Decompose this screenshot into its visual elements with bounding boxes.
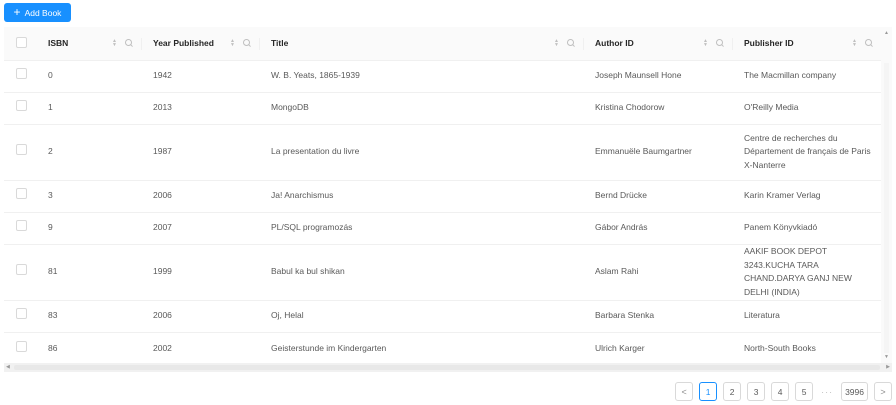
table-row[interactable]: 0 1942 W. B. Yeats, 1865-1939 Joseph Mau… <box>4 60 881 93</box>
cell-author: Aslam Rahi <box>583 244 732 301</box>
cell-author: Bernd Drücke <box>583 180 732 213</box>
row-checkbox[interactable] <box>16 220 27 232</box>
pagination-ellipsis[interactable]: ··· <box>819 387 835 397</box>
cell-year: 1987 <box>141 124 259 181</box>
cell-publisher: The Macmillan company <box>732 60 881 93</box>
search-icon[interactable] <box>865 39 873 47</box>
add-book-button[interactable]: + Add Book <box>4 3 71 22</box>
cell-isbn: 1 <box>36 92 141 125</box>
cell-isbn: 3 <box>36 180 141 213</box>
vertical-scrollbar[interactable]: ▲ ▼ <box>881 27 892 363</box>
prev-page-button[interactable]: < <box>675 382 694 401</box>
scroll-down-icon[interactable]: ▼ <box>884 354 889 360</box>
table-row[interactable]: 86 2002 Geisterstunde im Kindergarten Ul… <box>4 332 881 366</box>
column-header-year[interactable]: Year Published <box>153 38 214 48</box>
cell-publisher: Literatura <box>732 300 881 333</box>
page-button-2[interactable]: 2 <box>723 382 742 401</box>
cell-title: W. B. Yeats, 1865-1939 <box>259 60 583 93</box>
search-icon[interactable] <box>125 39 133 47</box>
cell-year: 1999 <box>141 244 259 301</box>
cell-isbn: 81 <box>36 244 141 301</box>
cell-isbn: 0 <box>36 60 141 93</box>
search-icon[interactable] <box>567 39 575 47</box>
cell-title: La presentation du livre <box>259 124 583 181</box>
column-header-author[interactable]: Author ID <box>595 38 634 48</box>
pagination: < 1 2 3 4 5 ··· 3996 > <box>675 382 892 401</box>
sort-icon[interactable]: ▲ ▼ <box>852 39 857 48</box>
cell-year: 2006 <box>141 180 259 213</box>
table-row[interactable]: 3 2006 Ja! Anarchismus Bernd Drücke Kari… <box>4 180 881 213</box>
search-icon[interactable] <box>716 39 724 47</box>
cell-publisher: O'Reilly Media <box>732 92 881 125</box>
page-button-1[interactable]: 1 <box>699 382 718 401</box>
cell-author: Joseph Maunsell Hone <box>583 60 732 93</box>
sort-icon[interactable]: ▲ ▼ <box>230 39 235 48</box>
next-page-button[interactable]: > <box>874 382 892 401</box>
cell-author: Kristina Chodorow <box>583 92 732 125</box>
cell-title: MongoDB <box>259 92 583 125</box>
table-row[interactable]: 2 1987 La presentation du livre Emmanuël… <box>4 124 881 181</box>
sort-icon[interactable]: ▲ ▼ <box>703 39 708 48</box>
cell-isbn: 86 <box>36 332 141 366</box>
cell-title: Geisterstunde im Kindergarten <box>259 332 583 366</box>
table-row[interactable]: 81 1999 Babul ka bul shikan Aslam Rahi A… <box>4 244 881 301</box>
cell-title: Oj, Helal <box>259 300 583 333</box>
sort-icon[interactable]: ▲ ▼ <box>112 39 117 48</box>
cell-year: 2002 <box>141 332 259 366</box>
table-header-row: ISBN ▲ ▼ Year Published ▲ ▼ Title ▲ ▼ Au… <box>4 27 881 61</box>
cell-isbn: 83 <box>36 300 141 333</box>
page-button-4[interactable]: 4 <box>771 382 790 401</box>
books-table: ISBN ▲ ▼ Year Published ▲ ▼ Title ▲ ▼ Au… <box>4 27 892 372</box>
row-checkbox[interactable] <box>16 188 27 200</box>
cell-author: Gábor András <box>583 212 732 245</box>
table-row[interactable]: 9 2007 PL/SQL programozás Gábor András P… <box>4 212 881 245</box>
cell-title: Ja! Anarchismus <box>259 180 583 213</box>
cell-year: 1942 <box>141 60 259 93</box>
horizontal-scrollbar[interactable]: ◀ ▶ <box>4 363 892 372</box>
table-row[interactable]: 83 2006 Oj, Helal Barbara Stenka Literat… <box>4 300 881 333</box>
horizontal-scroll-thumb[interactable] <box>14 365 880 370</box>
column-header-isbn[interactable]: ISBN <box>48 38 68 48</box>
cell-publisher: AAKIF BOOK DEPOT 3243.KUCHA TARA CHAND.D… <box>732 244 881 301</box>
row-checkbox[interactable] <box>16 308 27 320</box>
scroll-up-icon[interactable]: ▲ <box>884 30 889 36</box>
row-checkbox[interactable] <box>16 68 27 80</box>
column-header-title[interactable]: Title <box>271 38 288 48</box>
row-checkbox[interactable] <box>16 264 27 276</box>
sort-icon[interactable]: ▲ ▼ <box>554 39 559 48</box>
cell-isbn: 2 <box>36 124 141 181</box>
add-book-label: Add Book <box>24 7 62 18</box>
select-all-checkbox[interactable] <box>16 36 27 48</box>
vertical-scroll-thumb[interactable] <box>884 63 889 353</box>
cell-year: 2007 <box>141 212 259 245</box>
cell-isbn: 9 <box>36 212 141 245</box>
scroll-right-icon[interactable]: ▶ <box>886 363 890 372</box>
scroll-left-icon[interactable]: ◀ <box>6 363 10 372</box>
row-checkbox[interactable] <box>16 340 27 352</box>
column-header-publisher[interactable]: Publisher ID <box>744 38 794 48</box>
cell-year: 2006 <box>141 300 259 333</box>
page-button-last[interactable]: 3996 <box>841 382 868 401</box>
page-button-3[interactable]: 3 <box>747 382 766 401</box>
cell-author: Emmanuële Baumgartner <box>583 124 732 181</box>
cell-title: PL/SQL programozás <box>259 212 583 245</box>
plus-icon: + <box>13 5 21 19</box>
cell-publisher: Panem Könyvkiadó <box>732 212 881 245</box>
cell-year: 2013 <box>141 92 259 125</box>
page-button-5[interactable]: 5 <box>795 382 814 401</box>
search-icon[interactable] <box>243 39 251 47</box>
row-checkbox[interactable] <box>16 100 27 112</box>
cell-author: Ulrich Karger <box>583 332 732 366</box>
cell-publisher: North-South Books <box>732 332 881 366</box>
cell-title: Babul ka bul shikan <box>259 244 583 301</box>
cell-publisher: Centre de recherches du Département de f… <box>732 124 881 181</box>
cell-publisher: Karin Kramer Verlag <box>732 180 881 213</box>
table-row[interactable]: 1 2013 MongoDB Kristina Chodorow O'Reill… <box>4 92 881 125</box>
cell-author: Barbara Stenka <box>583 300 732 333</box>
row-checkbox[interactable] <box>16 144 27 156</box>
